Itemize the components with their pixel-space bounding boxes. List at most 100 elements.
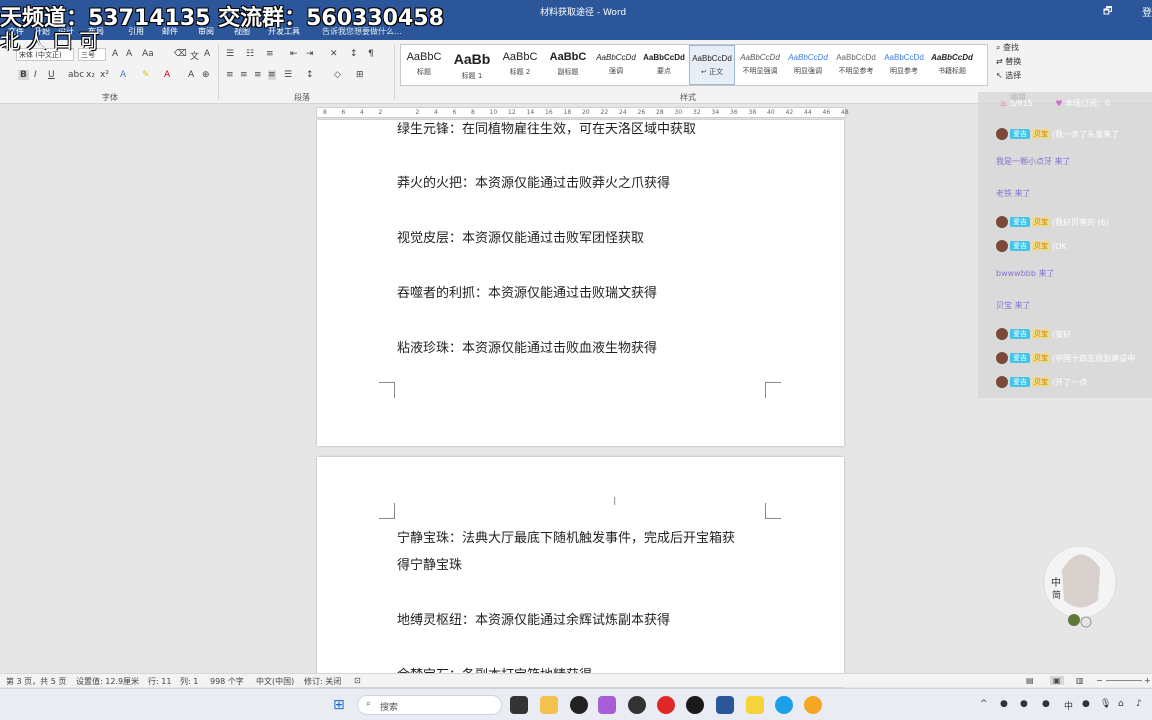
chat-message: 爱吉 贝宝 (我一步了头发来了	[996, 128, 1119, 140]
language-status[interactable]: 中文(中国)	[256, 676, 294, 687]
file-explorer-icon[interactable]	[540, 696, 558, 714]
decrease-indent-icon[interactable]: ⇤	[290, 49, 298, 59]
char-shading-icon[interactable]: A	[188, 70, 194, 80]
tray-icon[interactable]: ●	[1000, 699, 1008, 709]
zoom-in-icon[interactable]: +	[1144, 676, 1151, 685]
enclose-char-icon[interactable]: ⊕	[202, 70, 210, 80]
style-title[interactable]: AaBbC 标题	[401, 45, 447, 85]
strikethrough-button[interactable]: abc	[68, 70, 84, 80]
tray-icon[interactable]: ●	[1042, 699, 1050, 709]
align-left-icon[interactable]: ≡	[226, 70, 234, 80]
word-count[interactable]: 998 个字	[210, 676, 244, 687]
doc-paragraph[interactable]: 地缚灵枢纽：本资源仅能通过余辉试炼副本获得	[397, 609, 670, 628]
text-effects-icon[interactable]: A	[120, 70, 126, 80]
app-icon[interactable]	[746, 696, 764, 714]
horizontal-ruler[interactable]: 8 6 4 2 2 4 6 8 10 12 14 16 18 20 22 24 26 28 30 32 34 36 38 40…	[316, 107, 849, 118]
app-icon[interactable]	[804, 696, 822, 714]
clear-format-icon[interactable]: ⌫	[174, 49, 187, 59]
macro-icon[interactable]: ⊡	[354, 676, 361, 685]
status-bar: 第 3 页，共 5 页 设置值: 12.9厘米 行: 11 列: 1 998 个…	[0, 673, 1152, 687]
align-center-icon[interactable]: ≡	[240, 70, 248, 80]
style-book-title[interactable]: AaBbCcDd 书籍标题	[929, 45, 975, 85]
multilevel-icon[interactable]: ≡	[266, 49, 274, 59]
tray-icon[interactable]: ●	[1082, 699, 1090, 709]
line-spacing-icon[interactable]: ↕	[306, 70, 314, 80]
change-case-icon[interactable]: Aa	[142, 49, 154, 59]
mascot-sticker: 中 简	[1040, 540, 1120, 630]
page-count[interactable]: 第 3 页，共 5 页	[6, 676, 66, 687]
track-changes-status[interactable]: 修订: 关闭	[304, 676, 341, 687]
doc-paragraph[interactable]: 得宁静宝珠	[397, 554, 462, 573]
doc-paragraph[interactable]: 粘液珍珠：本资源仅能通过击败血液生物获得	[397, 337, 657, 356]
style-subtle-reference[interactable]: AaBbCcDd 不明显参考	[833, 45, 879, 85]
superscript-button[interactable]: x²	[100, 70, 109, 80]
taskbar-search[interactable]: ⌕ 搜索	[357, 695, 502, 715]
border-char-icon[interactable]: A	[204, 49, 210, 59]
qq-icon[interactable]	[686, 696, 704, 714]
edge-icon[interactable]	[775, 696, 793, 714]
ruler-tick: 6	[452, 109, 457, 116]
distributed-icon[interactable]: ☰	[284, 70, 292, 80]
doc-paragraph[interactable]: 宁静宝珠：法典大厅最底下随机触发事件，完成后开宝箱获	[397, 527, 735, 546]
style-strong[interactable]: AaBbCcDd 要点	[641, 45, 687, 85]
style-subtitle[interactable]: AaBbC 副标题	[545, 45, 591, 85]
style-heading1[interactable]: AaBb 标题 1	[449, 45, 495, 85]
style-emphasis[interactable]: AaBbCcDd 强调	[593, 45, 639, 85]
sign-in-link[interactable]: 登	[1142, 4, 1152, 19]
doc-paragraph[interactable]: 绿生元锋：在同植物雇往生效，可在天洛区域中获取	[397, 118, 696, 137]
netease-music-icon[interactable]	[657, 696, 675, 714]
zoom-out-icon[interactable]: −	[1096, 676, 1103, 685]
microphone-icon[interactable]: 🎙	[1100, 699, 1111, 709]
app-icon[interactable]	[598, 696, 616, 714]
select-button[interactable]: ↖ 选择	[996, 70, 1056, 84]
borders-icon[interactable]: ⊞	[356, 70, 364, 80]
sort-icon[interactable]: ↕	[350, 49, 358, 59]
web-layout-icon[interactable]: ▥	[1076, 676, 1084, 685]
doc-paragraph[interactable]: 莽火的火把：本资源仅能通过击败莽火之爪获得	[397, 172, 670, 191]
volume-icon[interactable]: ♪	[1136, 699, 1142, 709]
app-icon[interactable]	[570, 696, 588, 714]
crop-mark	[379, 503, 395, 519]
ime-indicator[interactable]: 中	[1064, 699, 1073, 712]
task-view-icon[interactable]	[510, 696, 528, 714]
document-page[interactable]: 绿生元锋：在同植物雇往生效，可在天洛区域中获取 莽火的火把：本资源仅能通过击败莽…	[317, 120, 844, 446]
style-intense-reference[interactable]: AaBbCcDd 明显参考	[881, 45, 927, 85]
bold-button[interactable]: B	[18, 70, 29, 80]
numbering-icon[interactable]: ☷	[246, 49, 254, 59]
app-icon[interactable]	[628, 696, 646, 714]
tray-icon[interactable]: ●	[1020, 699, 1028, 709]
doc-paragraph[interactable]: 吞噬者的利抓：本资源仅能通过击败瑞文获得	[397, 282, 657, 301]
subscript-button[interactable]: x₂	[86, 70, 95, 80]
pinyin-icon[interactable]: 文	[190, 49, 199, 62]
align-right-icon[interactable]: ≡	[254, 70, 262, 80]
zoom-slider[interactable]	[1106, 680, 1142, 681]
chinese-layout-icon[interactable]: ✕	[330, 49, 338, 59]
chevron-up-icon[interactable]: ^	[980, 699, 988, 709]
justify-icon[interactable]: ≡	[268, 70, 276, 80]
avatar	[996, 328, 1008, 340]
style-subtle-emphasis[interactable]: AaBbCcDd 不明显强调	[737, 45, 783, 85]
word-icon[interactable]	[716, 696, 734, 714]
read-mode-icon[interactable]: ▤	[1026, 676, 1034, 685]
bullets-icon[interactable]: ☰	[226, 49, 234, 59]
style-intense-emphasis[interactable]: AaBbCcDd 明显强调	[785, 45, 831, 85]
network-icon[interactable]: ⌂	[1118, 699, 1124, 709]
style-heading2[interactable]: AaBbC 标题 2	[497, 45, 543, 85]
highlight-icon[interactable]: ✎	[142, 70, 150, 80]
windows-start-icon[interactable]: ⊞	[333, 697, 345, 713]
find-button[interactable]: ⌕ 查找	[996, 42, 1056, 56]
grow-font-icon[interactable]: A	[112, 49, 118, 59]
shading-icon[interactable]: ◇	[334, 70, 341, 80]
restore-icon[interactable]: 🗗	[1103, 4, 1112, 21]
increase-indent-icon[interactable]: ⇥	[306, 49, 314, 59]
doc-paragraph[interactable]: 视觉皮层：本资源仅能通过击败军团怪获取	[397, 227, 644, 246]
italic-button[interactable]: I	[34, 70, 37, 80]
style-normal[interactable]: AaBbCcDd ↵ 正文	[689, 45, 735, 85]
show-marks-icon[interactable]: ¶	[368, 49, 374, 59]
print-layout-icon[interactable]: ▣	[1050, 676, 1064, 685]
font-color-icon[interactable]: A	[164, 70, 170, 80]
replace-button[interactable]: ⇄ 替换	[996, 56, 1056, 70]
document-page[interactable]: I 宁静宝珠：法典大厅最底下随机触发事件，完成后开宝箱获 得宁静宝珠 地缚灵枢纽…	[317, 457, 844, 687]
shrink-font-icon[interactable]: A	[126, 49, 132, 59]
underline-button[interactable]: U	[48, 70, 55, 80]
